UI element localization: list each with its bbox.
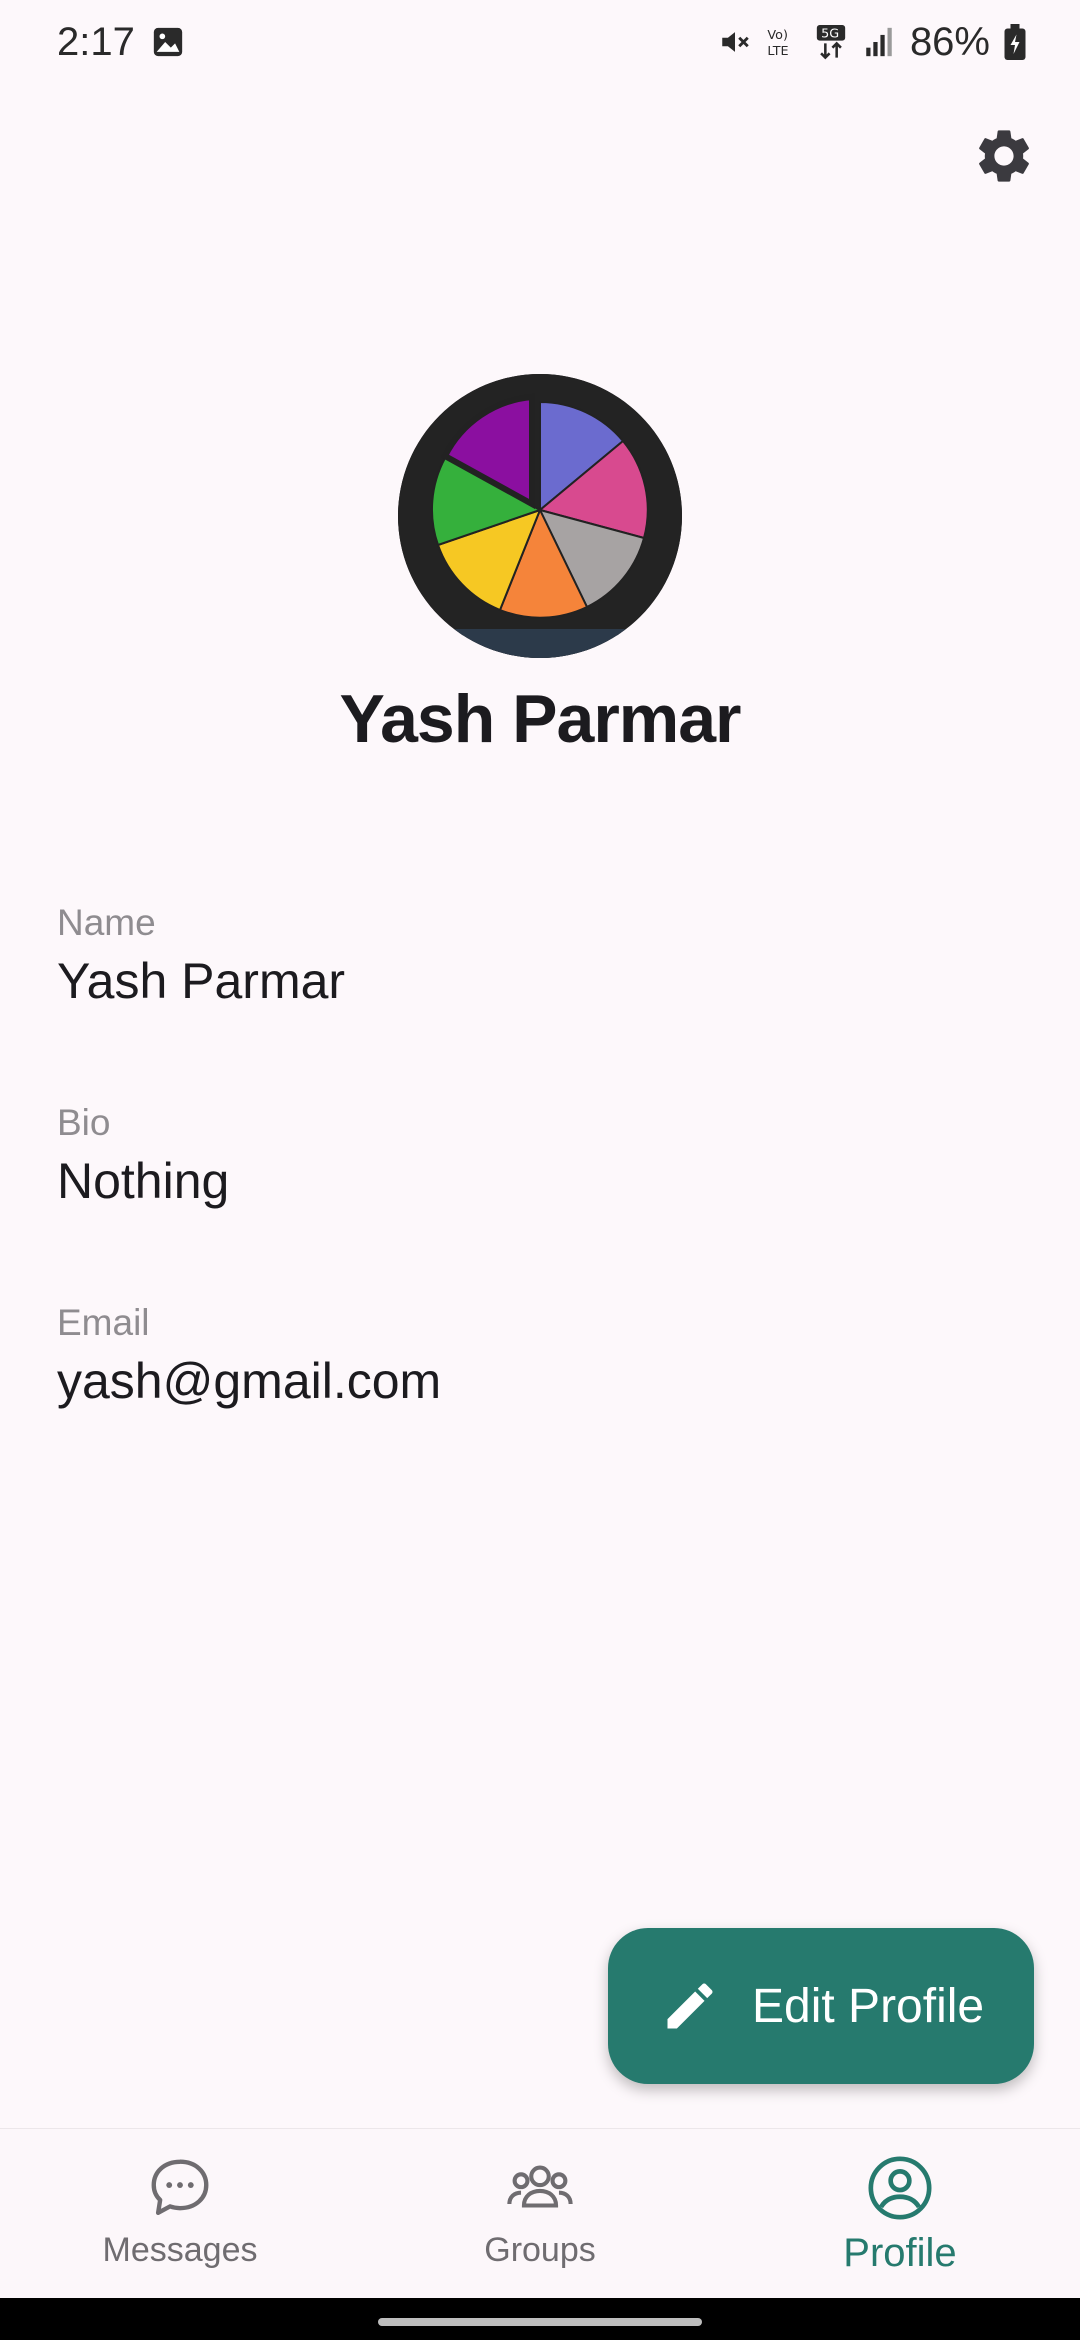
nav-item-messages[interactable]: Messages <box>0 2129 360 2298</box>
bio-value: Nothing <box>57 1153 230 1209</box>
email-field: Email yash@gmail.com <box>57 1302 441 1410</box>
status-bar: 2:17 Vo) LTE 5G 86% <box>0 0 1080 84</box>
gear-icon <box>979 130 1029 182</box>
avatar-image <box>398 374 682 658</box>
image-icon <box>151 25 185 59</box>
bio-label: Bio <box>57 1102 111 1143</box>
signal-icon <box>862 25 896 59</box>
status-left: 2:17 <box>57 20 185 65</box>
5g-icon: 5G <box>814 23 848 61</box>
mute-icon <box>718 25 752 59</box>
nav-label-groups: Groups <box>484 2231 596 2269</box>
status-time: 2:17 <box>57 19 135 64</box>
pencil-icon <box>667 1983 713 2029</box>
status-right: Vo) LTE 5G 86% <box>718 20 1026 65</box>
nav-label-messages: Messages <box>102 2231 258 2269</box>
system-gesture-bar <box>0 2298 1080 2340</box>
nav-label-profile: Profile <box>843 2231 957 2275</box>
email-label: Email <box>57 1302 150 1343</box>
edit-profile-label: Edit Profile <box>752 1979 985 2033</box>
svg-text:Vo): Vo) <box>767 28 788 43</box>
svg-text:5G: 5G <box>821 27 839 42</box>
volte-icon: Vo) LTE <box>766 25 800 59</box>
battery-percent: 86% <box>909 19 990 64</box>
groups-icon <box>507 2165 573 2208</box>
email-value: yash@gmail.com <box>57 1353 442 1409</box>
settings-button[interactable] <box>964 116 1044 196</box>
nav-item-groups[interactable]: Groups <box>360 2129 720 2298</box>
name-value: Yash Parmar <box>57 953 346 1009</box>
profile-icon <box>868 2156 932 2220</box>
name-label: Name <box>57 902 156 943</box>
svg-text:LTE: LTE <box>767 44 788 59</box>
home-gesture-handle[interactable] <box>378 2318 702 2326</box>
profile-display-name: Yash Parmar <box>339 681 741 757</box>
profile-avatar[interactable] <box>398 374 682 658</box>
battery-icon <box>1004 24 1026 60</box>
bottom-navigation: Messages Groups Profile <box>0 2128 1080 2298</box>
bio-field: Bio Nothing <box>57 1102 229 1210</box>
nav-item-profile[interactable]: Profile <box>720 2129 1080 2298</box>
chat-bubble-icon <box>151 2159 209 2215</box>
edit-profile-button[interactable]: Edit Profile <box>608 1928 1034 2084</box>
name-field: Name Yash Parmar <box>57 902 345 1010</box>
